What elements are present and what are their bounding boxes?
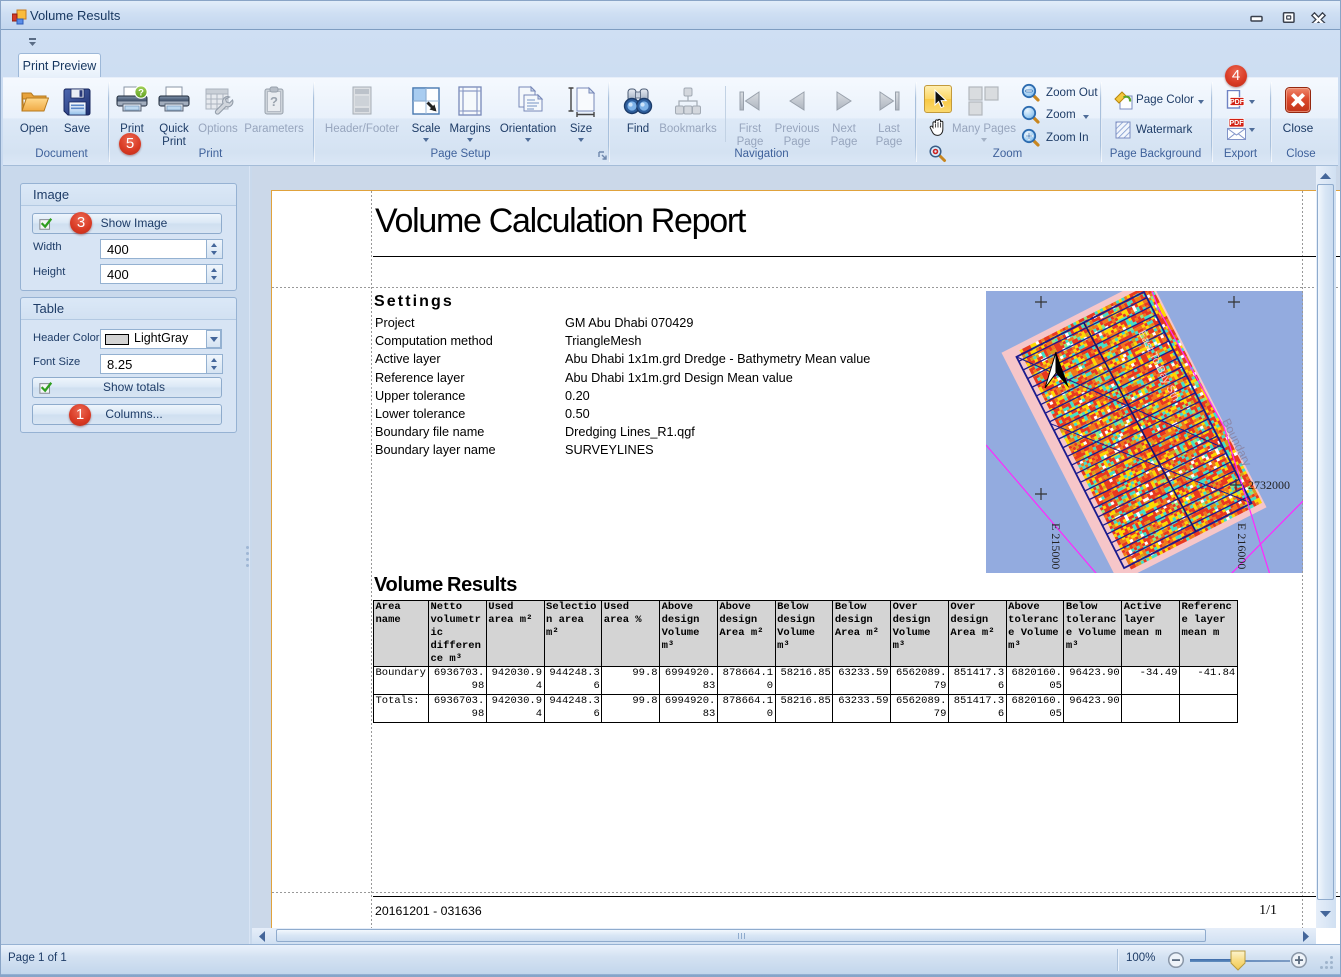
svg-text:?: ? xyxy=(270,94,278,109)
svg-text:2732000: 2732000 xyxy=(1248,478,1290,492)
svg-text:PDF: PDF xyxy=(1230,120,1245,127)
svg-text:E 215000: E 215000 xyxy=(1049,523,1063,569)
svg-text:PDF: PDF xyxy=(1230,99,1245,106)
svg-text:?: ? xyxy=(138,87,144,98)
svg-text:E 216000: E 216000 xyxy=(1235,523,1249,569)
